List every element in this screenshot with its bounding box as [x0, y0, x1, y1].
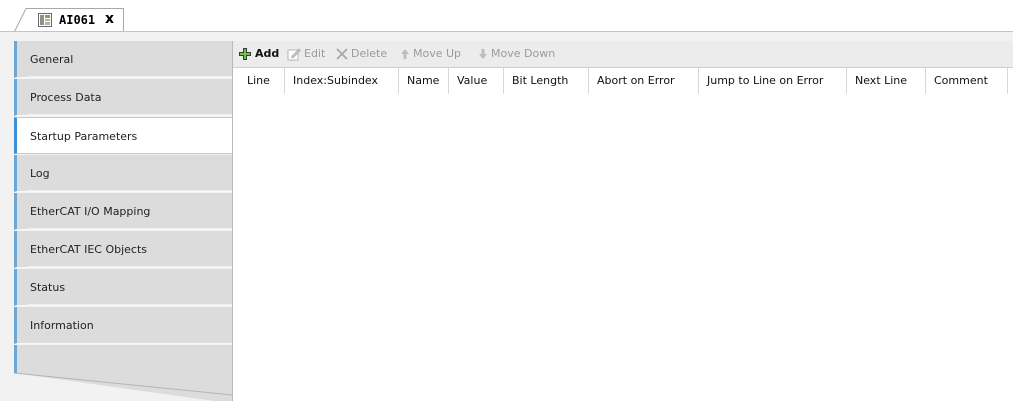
- sidebar-item-label: EtherCAT I/O Mapping: [30, 205, 151, 218]
- edit-button[interactable]: Edit: [287, 41, 325, 67]
- move-up-button[interactable]: Move Up: [400, 41, 461, 67]
- divider: [27, 190, 232, 191]
- sidebar-item-label: Status: [30, 281, 66, 294]
- divider: [27, 228, 232, 229]
- document-tab-strip: AI061 x: [0, 0, 1013, 33]
- sidebar-item-label: Startup Parameters: [30, 130, 138, 143]
- arrow-down-icon: [479, 49, 487, 59]
- parameters-table-body[interactable]: [233, 94, 1013, 401]
- tab-list-footer: [14, 345, 232, 401]
- column-header-name[interactable]: Name: [399, 68, 449, 94]
- document-tab-title: AI061: [59, 13, 96, 27]
- delete-label: Delete: [351, 47, 388, 60]
- sidebar-item-label: EtherCAT IEC Objects: [30, 243, 148, 256]
- sidebar-item-ethercat-iec-objects[interactable]: EtherCAT IEC Objects: [14, 231, 232, 268]
- edit-label: Edit: [304, 47, 326, 60]
- sidebar-item-label: General: [30, 53, 74, 66]
- divider: [27, 304, 232, 305]
- sidebar-item-status[interactable]: Status: [14, 269, 232, 306]
- edit-icon: [287, 48, 301, 61]
- divider: [27, 266, 232, 267]
- sidebar-item-label: Process Data: [30, 91, 102, 104]
- sidebar-item-process-data[interactable]: Process Data: [14, 79, 232, 116]
- column-header-value[interactable]: Value: [449, 68, 504, 94]
- sidebar-item-information[interactable]: Information: [14, 307, 232, 344]
- document-tab[interactable]: AI061 x: [14, 8, 124, 32]
- column-header-jump-to-line-on-error[interactable]: Jump to Line on Error: [699, 68, 847, 94]
- device-editor: General Process Data Startup Parameters …: [0, 32, 1013, 401]
- sidebar-item-general[interactable]: General: [14, 41, 232, 78]
- sidebar-item-label: Information: [30, 319, 94, 332]
- sidebar-item-startup-parameters[interactable]: Startup Parameters: [14, 117, 232, 154]
- divider: [27, 114, 232, 115]
- add-button[interactable]: Add: [238, 41, 279, 67]
- column-header-comment[interactable]: Comment: [926, 68, 1008, 94]
- sidebar-item-log[interactable]: Log: [14, 155, 232, 192]
- add-icon: [239, 48, 251, 60]
- column-header-index-subindex[interactable]: Index:Subindex: [285, 68, 399, 94]
- move-down-button[interactable]: Move Down: [478, 41, 555, 67]
- close-tab-button[interactable]: x: [105, 11, 114, 27]
- column-header-abort-on-error[interactable]: Abort on Error: [589, 68, 699, 94]
- move-up-label: Move Up: [413, 47, 462, 60]
- move-down-label: Move Down: [491, 47, 556, 60]
- column-header-bit-length[interactable]: Bit Length: [504, 68, 589, 94]
- editor-section-tabs: General Process Data Startup Parameters …: [14, 41, 232, 401]
- column-header-next-line[interactable]: Next Line: [847, 68, 926, 94]
- parameters-table-header: Line Index:Subindex Name Value Bit Lengt…: [233, 68, 1013, 94]
- column-header-line[interactable]: Line: [239, 68, 285, 94]
- sidebar-item-label: Log: [30, 167, 50, 180]
- delete-icon: [336, 48, 348, 60]
- device-config-icon: [38, 13, 52, 27]
- parameters-toolbar: Add Edit Delete Move Up Move Down: [233, 41, 1013, 68]
- sidebar-item-ethercat-io-mapping[interactable]: EtherCAT I/O Mapping: [14, 193, 232, 230]
- divider: [27, 76, 232, 77]
- delete-button[interactable]: Delete: [336, 41, 387, 67]
- add-label: Add: [255, 47, 280, 60]
- arrow-up-icon: [401, 49, 409, 59]
- startup-parameters-panel: Add Edit Delete Move Up Move Down Line I…: [232, 41, 1013, 401]
